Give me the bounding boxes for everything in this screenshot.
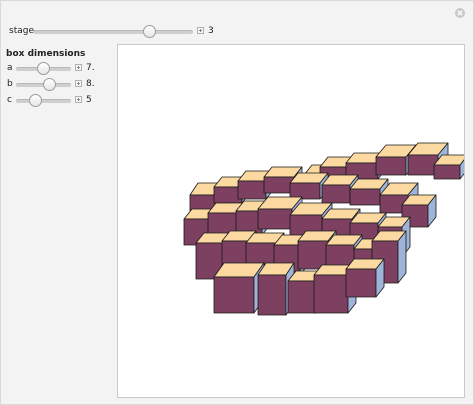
a-slider-thumb[interactable] (37, 62, 50, 75)
c-plus-icon[interactable] (75, 96, 82, 103)
box-front-face (321, 184, 351, 204)
graphics-canvas[interactable] (117, 44, 469, 398)
box-front-face (237, 180, 267, 200)
stage-label: stage (9, 26, 34, 36)
b-value: 8. (86, 79, 95, 89)
a-plus-icon[interactable] (75, 64, 82, 71)
box-front-face (257, 274, 287, 316)
box-stack-graphic (183, 142, 469, 316)
box-front-face (375, 156, 407, 176)
stage-slider-track[interactable] (33, 30, 193, 34)
c-slider-thumb[interactable] (29, 94, 42, 107)
box-front-face (349, 188, 381, 206)
c-slider-track[interactable] (16, 99, 71, 103)
c-label: c (7, 95, 12, 105)
demonstration-panel: stage 3 box dimensions a 7. b 8. c 5 (0, 0, 474, 405)
box-front-face (257, 208, 293, 230)
box-front-face (287, 280, 317, 314)
box-front-face (345, 268, 377, 298)
box-dimensions-heading: box dimensions (6, 49, 86, 59)
stage-value: 3 (208, 26, 214, 36)
b-slider-thumb[interactable] (43, 78, 56, 91)
box-front-face (313, 274, 349, 314)
close-icon[interactable] (455, 8, 465, 18)
stage-plus-icon[interactable] (197, 27, 204, 34)
a-value: 7. (86, 63, 95, 73)
c-value: 5 (86, 95, 92, 105)
a-label: a (7, 63, 13, 73)
stage-slider-thumb[interactable] (143, 25, 156, 38)
box-front-face (407, 154, 439, 176)
b-label: b (7, 79, 13, 89)
box-front-face (433, 164, 461, 180)
box-front-face (263, 176, 295, 194)
box-front-face (213, 276, 255, 314)
b-plus-icon[interactable] (75, 80, 82, 87)
